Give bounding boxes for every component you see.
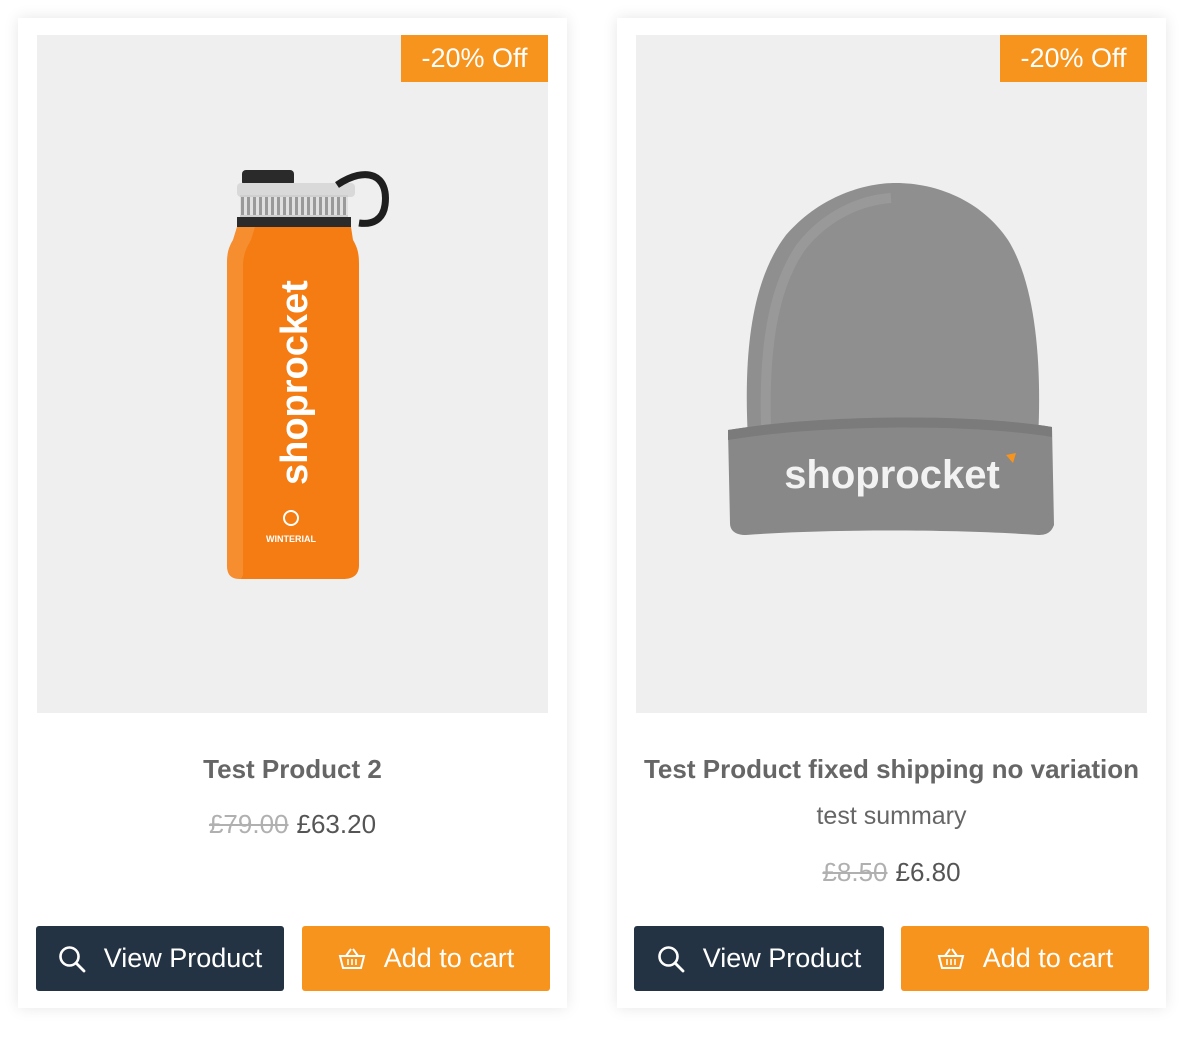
view-product-label: View Product (103, 943, 263, 973)
product-summary: test summary (816, 802, 967, 830)
product-image[interactable]: shoprocket WINTERIAL -20% Off (37, 35, 548, 713)
product-card: shoprocket WINTERIAL -20% Off Test Produ… (18, 18, 567, 1008)
sale-price: £6.80 (895, 857, 961, 887)
product-title[interactable]: Test Product fixed shipping no variation (617, 754, 1166, 785)
basket-icon (937, 947, 965, 971)
view-product-button[interactable]: View Product (634, 926, 884, 991)
old-price: £8.50 (822, 857, 888, 887)
price-row: £8.50 £6.80 (617, 857, 1166, 888)
bottle-logo-text: shoprocket (274, 280, 316, 485)
price-row: £79.00 £63.20 (18, 809, 567, 840)
search-icon (657, 945, 685, 973)
discount-badge: -20% Off (1000, 35, 1147, 82)
add-to-cart-label: Add to cart (982, 943, 1114, 973)
product-image[interactable]: shoprocket -20% Off (636, 35, 1147, 713)
view-product-button[interactable]: View Product (36, 926, 284, 991)
basket-icon (338, 947, 366, 971)
add-to-cart-label: Add to cart (383, 943, 515, 973)
view-product-label: View Product (702, 943, 862, 973)
product-card: shoprocket -20% Off Test Product fixed s… (617, 18, 1166, 1008)
beanie-image: shoprocket (728, 183, 1054, 535)
add-to-cart-button[interactable]: Add to cart (302, 926, 550, 991)
svg-text:WINTERIAL: WINTERIAL (266, 534, 316, 544)
search-icon (58, 945, 86, 973)
water-bottle-image: shoprocket WINTERIAL (227, 170, 389, 579)
product-title[interactable]: Test Product 2 (18, 754, 567, 785)
sale-price: £63.20 (296, 809, 377, 839)
add-to-cart-button[interactable]: Add to cart (901, 926, 1149, 991)
old-price: £79.00 (208, 809, 289, 839)
beanie-logo-text: shoprocket (784, 453, 1000, 497)
discount-badge: -20% Off (401, 35, 548, 82)
